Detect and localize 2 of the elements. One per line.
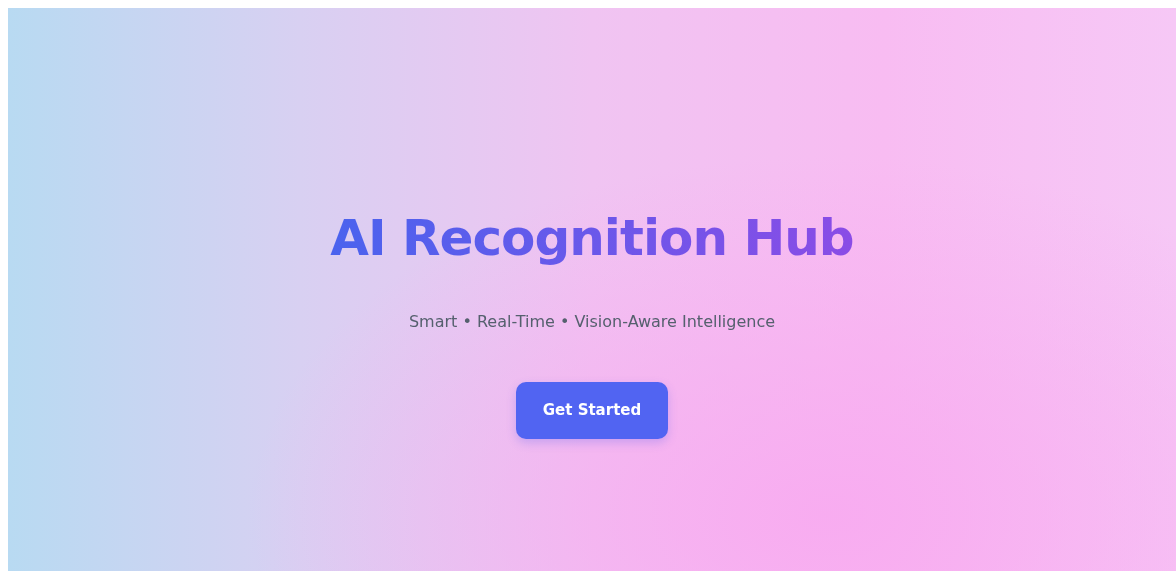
- get-started-button[interactable]: Get Started: [516, 382, 668, 439]
- hero-subtitle: Smart • Real-Time • Vision-Aware Intelligence: [408, 311, 776, 333]
